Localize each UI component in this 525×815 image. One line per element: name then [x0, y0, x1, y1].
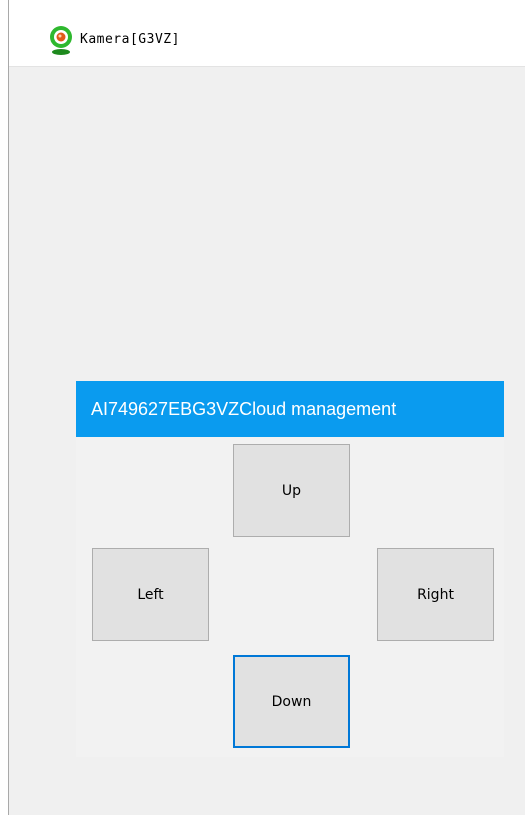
webcam-icon	[49, 24, 73, 56]
ptz-control-panel: AI749627EBG3VZCloud management Up Left R…	[76, 381, 504, 757]
title-bar[interactable]: Kamera[G3VZ]	[9, 0, 525, 67]
down-button[interactable]: Down	[233, 655, 350, 748]
cloud-management-banner[interactable]: AI749627EBG3VZCloud management	[76, 381, 504, 437]
right-button[interactable]: Right	[377, 548, 494, 641]
window-title: Kamera[G3VZ]	[80, 32, 180, 47]
left-button[interactable]: Left	[92, 548, 209, 641]
camera-window: Kamera[G3VZ] AI749627EBG3VZCloud managem…	[8, 0, 525, 815]
up-button[interactable]: Up	[233, 444, 350, 537]
